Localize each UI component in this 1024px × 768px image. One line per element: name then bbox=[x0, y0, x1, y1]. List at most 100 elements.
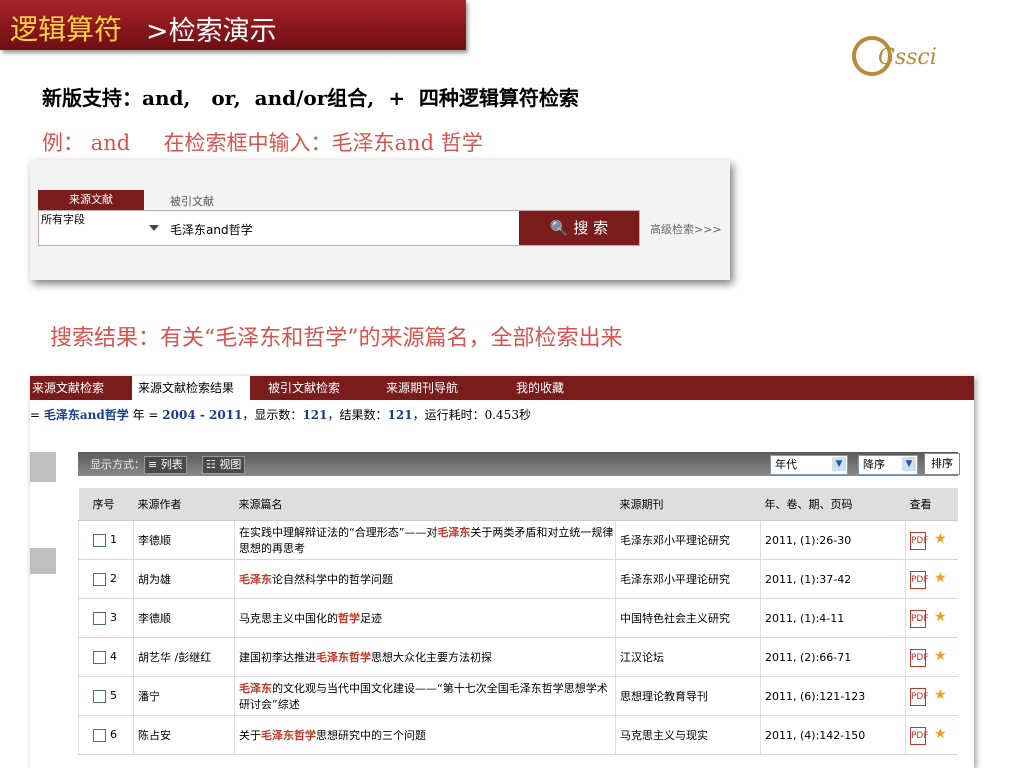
table-row: 6 陈占安 关于毛泽东哲学思想研究中的三个问题 马克思主义与现实 2011, (4):1… bbox=[78, 715, 958, 755]
sort-order-select[interactable]: 降序 ▼ bbox=[858, 455, 918, 475]
pdf-icon[interactable]: PDF bbox=[910, 726, 929, 745]
row-view-cell: PDF ★ bbox=[905, 676, 958, 716]
row-title[interactable]: 在实践中理解辩证法的“合理形态”——对毛泽东关于两类矛盾和对立统一规律思想的再思… bbox=[234, 520, 616, 560]
row-checkbox[interactable] bbox=[93, 572, 106, 586]
row-title[interactable]: 毛泽东论自然科学中的哲学问题 bbox=[234, 559, 616, 599]
row-view-cell: PDF ★ bbox=[905, 559, 958, 599]
row-author[interactable]: 潘宁 bbox=[133, 676, 235, 716]
row-author[interactable]: 胡艺华 /彭继红 bbox=[133, 637, 235, 677]
table-row: 3 李德顺 马克思主义中国化的哲学足迹 中国特色社会主义研究 2011, (1):4-1… bbox=[78, 598, 958, 638]
star-icon[interactable]: ★ bbox=[934, 531, 947, 547]
row-number: 1 bbox=[110, 533, 117, 547]
result-caption: 搜索结果：有关“毛泽东和哲学”的来源篇名，全部检索出来 bbox=[50, 326, 623, 351]
intro-line2: 例： and 在检索框中输入：毛泽东and 哲学 bbox=[42, 131, 483, 155]
row-author[interactable]: 李德顺 bbox=[133, 520, 235, 560]
display-toolbar: 显示方式： ≡ 列表 ☷ 视图 年代 ▼ 降序 ▼ 排序 bbox=[78, 452, 960, 476]
pdf-icon[interactable]: PDF bbox=[910, 648, 929, 667]
row-number-cell: 4 bbox=[78, 637, 134, 677]
sort-field-select[interactable]: 年代 ▼ bbox=[770, 455, 848, 475]
star-icon[interactable]: ★ bbox=[934, 648, 947, 664]
row-title[interactable]: 建国初李达推进毛泽东哲学思想大众化主要方法初探 bbox=[234, 637, 616, 677]
search-button[interactable]: 🔍 搜 索 bbox=[519, 211, 639, 245]
row-pages: 2011, (1):4-11 bbox=[760, 598, 906, 638]
row-number-cell: 1 bbox=[78, 520, 134, 560]
nav-favorites[interactable]: 我的收藏 bbox=[516, 376, 596, 400]
sort-button[interactable]: 排序 bbox=[924, 453, 960, 475]
row-author[interactable]: 胡为雄 bbox=[133, 559, 235, 599]
row-author[interactable]: 李德顺 bbox=[133, 598, 235, 638]
row-pages: 2011, (6):121-123 bbox=[760, 676, 906, 716]
row-view-cell: PDF ★ bbox=[905, 520, 958, 560]
row-checkbox[interactable] bbox=[93, 611, 106, 625]
row-checkbox[interactable] bbox=[93, 533, 106, 547]
row-checkbox[interactable] bbox=[93, 650, 106, 664]
row-number-cell: 3 bbox=[78, 598, 134, 638]
search-panel: 来源文献 被引文献 所有字段 毛泽东and哲学 🔍 搜 索 高级检索>>> bbox=[30, 160, 730, 280]
search-icon: 🔍 bbox=[549, 219, 569, 237]
search-input[interactable]: 毛泽东and哲学 bbox=[170, 221, 253, 238]
grid-view-button[interactable]: ☷ 视图 bbox=[202, 456, 246, 474]
svg-text:Cssci: Cssci bbox=[878, 45, 937, 70]
row-checkbox[interactable] bbox=[93, 689, 106, 703]
row-number: 2 bbox=[110, 572, 117, 586]
search-row: 所有字段 毛泽东and哲学 🔍 搜 索 bbox=[38, 210, 640, 246]
left-panel-tab bbox=[30, 452, 56, 482]
col-author: 来源作者 bbox=[133, 488, 235, 521]
col-pages: 年、卷、期、页码 bbox=[760, 488, 906, 521]
results-panel: 来源文献检索 来源文献检索结果 被引文献检索 来源期刊导航 我的收藏 = 毛泽东… bbox=[30, 376, 974, 768]
field-select[interactable]: 所有字段 bbox=[39, 211, 159, 245]
row-journal[interactable]: 马克思主义与现实 bbox=[615, 715, 761, 755]
row-pages: 2011, (1):26-30 bbox=[760, 520, 906, 560]
row-pages: 2011, (2):66-71 bbox=[760, 637, 906, 677]
pdf-icon[interactable]: PDF bbox=[910, 687, 929, 706]
row-number: 6 bbox=[110, 728, 117, 742]
chevron-down-icon: ▼ bbox=[832, 457, 846, 471]
star-icon[interactable]: ★ bbox=[934, 609, 947, 625]
row-number-cell: 2 bbox=[78, 559, 134, 599]
left-panel-tab-2 bbox=[30, 548, 56, 574]
row-number: 4 bbox=[110, 650, 117, 664]
row-journal[interactable]: 毛泽东邓小平理论研究 bbox=[615, 520, 761, 560]
nav-cited-search[interactable]: 被引文献检索 bbox=[268, 376, 360, 400]
search-button-label: 搜 索 bbox=[573, 219, 609, 237]
row-view-cell: PDF ★ bbox=[905, 598, 958, 638]
table-row: 1 李德顺 在实践中理解辩证法的“合理形态”——对毛泽东关于两类矛盾和对立统一规律思… bbox=[78, 520, 958, 560]
star-icon[interactable]: ★ bbox=[934, 726, 947, 742]
chevron-down-icon: ▼ bbox=[902, 457, 916, 471]
nav-source-results[interactable]: 来源文献检索结果 bbox=[132, 376, 250, 400]
row-journal[interactable]: 江汉论坛 bbox=[615, 637, 761, 677]
col-view: 查看 bbox=[905, 488, 958, 521]
title-part2: >检索演示 bbox=[146, 16, 277, 47]
row-number-cell: 5 bbox=[78, 676, 134, 716]
tab-cited-literature[interactable]: 被引文献 bbox=[170, 193, 214, 209]
star-icon[interactable]: ★ bbox=[934, 570, 947, 586]
search-summary: = 毛泽东and哲学 年 = 2004 - 2011，显示数：121，结果数：1… bbox=[30, 408, 531, 422]
row-view-cell: PDF ★ bbox=[905, 637, 958, 677]
title-banner: 逻辑算符 >检索演示 bbox=[0, 0, 466, 50]
pdf-icon[interactable]: PDF bbox=[910, 609, 929, 628]
row-journal[interactable]: 毛泽东邓小平理论研究 bbox=[615, 559, 761, 599]
nav-journal-nav[interactable]: 来源期刊导航 bbox=[386, 376, 478, 400]
pdf-icon[interactable]: PDF bbox=[910, 570, 929, 589]
advanced-search-link[interactable]: 高级检索>>> bbox=[650, 221, 722, 237]
star-icon[interactable]: ★ bbox=[934, 687, 947, 703]
table-row: 4 胡艺华 /彭继红 建国初李达推进毛泽东哲学思想大众化主要方法初探 江汉论坛 2011… bbox=[78, 637, 958, 677]
nav-bar: 来源文献检索 来源文献检索结果 被引文献检索 来源期刊导航 我的收藏 bbox=[30, 376, 974, 400]
field-select-value: 所有字段 bbox=[41, 213, 85, 226]
pdf-icon[interactable]: PDF bbox=[910, 531, 929, 550]
row-title[interactable]: 马克思主义中国化的哲学足迹 bbox=[234, 598, 616, 638]
col-journal: 来源期刊 bbox=[615, 488, 761, 521]
row-number: 5 bbox=[110, 689, 117, 703]
row-checkbox[interactable] bbox=[93, 728, 106, 742]
row-title[interactable]: 毛泽东的文化观与当代中国文化建设——“第十七次全国毛泽东哲学思想学术研讨会”综述 bbox=[234, 676, 616, 716]
row-journal[interactable]: 思想理论教育导刊 bbox=[615, 676, 761, 716]
row-journal[interactable]: 中国特色社会主义研究 bbox=[615, 598, 761, 638]
row-author[interactable]: 陈占安 bbox=[133, 715, 235, 755]
title-part1: 逻辑算符 bbox=[10, 13, 123, 46]
nav-source-search[interactable]: 来源文献检索 bbox=[32, 376, 128, 400]
col-no: 序号 bbox=[78, 488, 134, 521]
row-pages: 2011, (1):37-42 bbox=[760, 559, 906, 599]
tab-source-literature[interactable]: 来源文献 bbox=[38, 190, 144, 210]
list-view-button[interactable]: ≡ 列表 bbox=[144, 456, 187, 474]
row-title[interactable]: 关于毛泽东哲学思想研究中的三个问题 bbox=[234, 715, 616, 755]
